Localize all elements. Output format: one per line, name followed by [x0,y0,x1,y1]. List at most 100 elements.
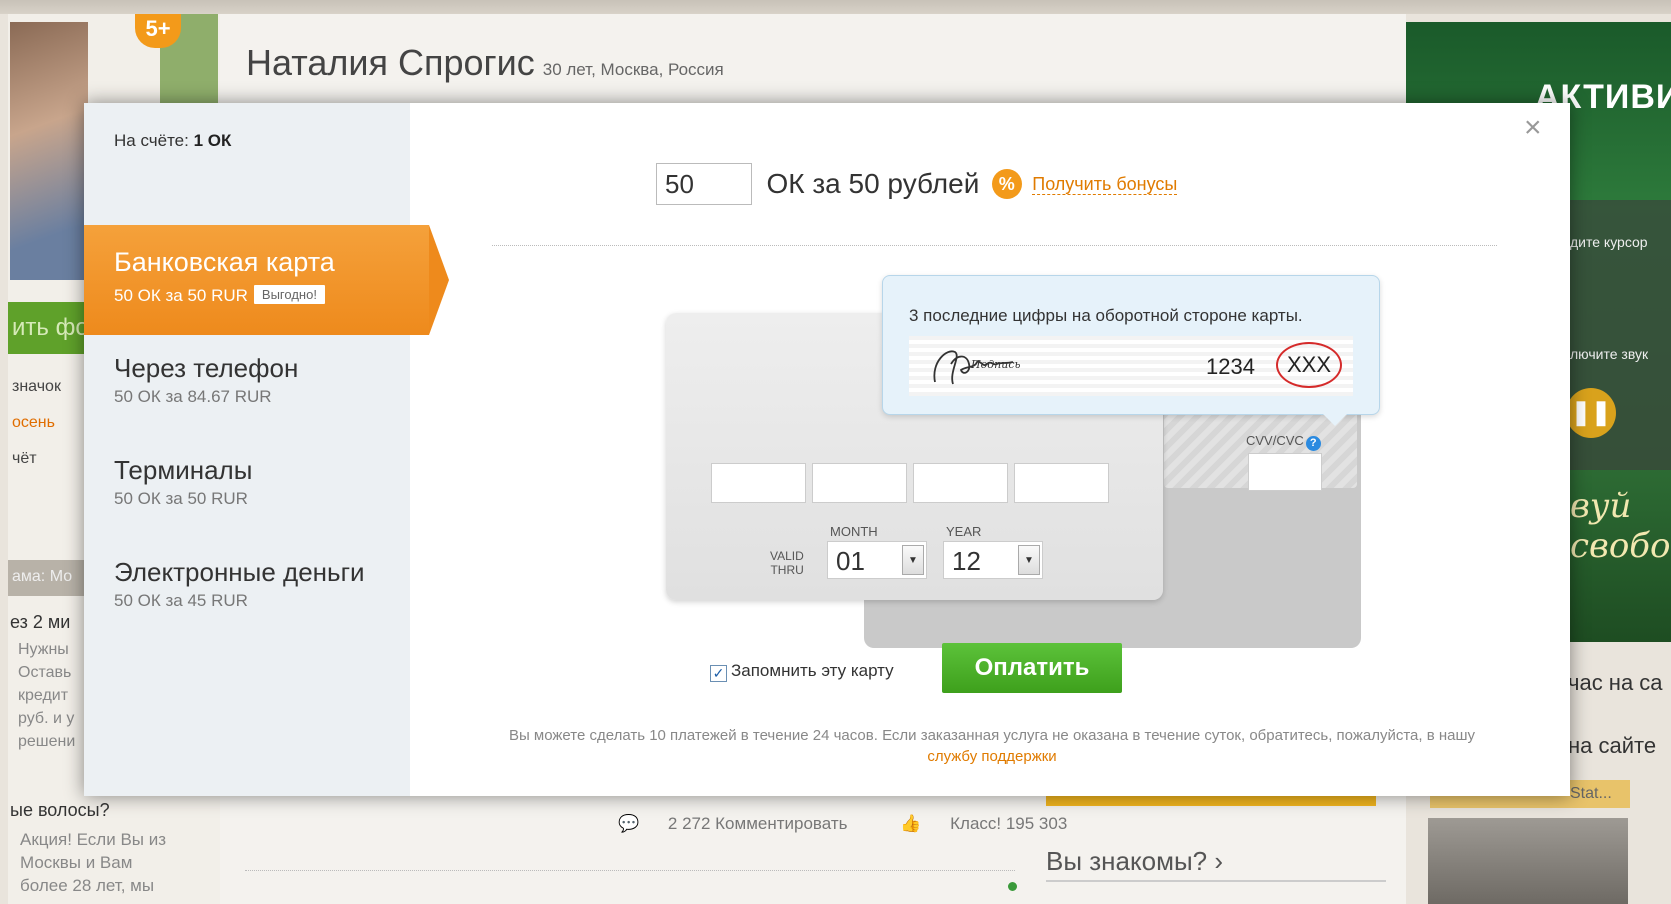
ad-script-line-1: вуй [1570,486,1632,526]
footer-note: Вы можете сделать 10 платежей в течение … [482,725,1502,767]
amount-label: ОК за 50 рублей [766,168,980,199]
cvv-tooltip: 3 последние цифры на оборотной стороне к… [882,275,1380,426]
amount-row: ОК за 50 рублей % Получить бонусы [656,163,1178,205]
left-link-1[interactable]: значок [12,378,61,396]
ad-script-line-2: свобод [1570,526,1671,566]
left-link-3[interactable]: чёт [12,450,37,468]
ad-hint-1: дите курсор [1570,234,1648,250]
method-phone[interactable]: Через телефон 50 ОК за 84.67 RUR [114,353,414,407]
profile-meta: 30 лет, Москва, Россия [542,60,724,79]
left-ad-line-3: кредит [18,687,69,704]
comments-link[interactable]: 💬 2 272 Комментировать [618,814,872,833]
right-text-2: на сайте [1568,733,1657,758]
method-bank-card[interactable]: Банковская карта 50 ОК за 50 RUR Выгодно! [84,225,449,335]
profile-avatar[interactable] [10,22,88,280]
left-ad-line-4: руб. и у [18,710,75,727]
get-bonus-link[interactable]: Получить бонусы [1032,173,1178,195]
profile-title: Наталия Спрогис 30 лет, Москва, Россия [246,42,724,84]
left-ad-heading[interactable]: ез 2 ми [10,612,88,633]
close-icon[interactable]: × [1524,113,1542,143]
signature-word: Подпись [970,358,1021,371]
year-label: YEAR [946,524,982,539]
left-bottom-line-2: Москвы и Вам [20,853,133,872]
thru-label: THRU [770,563,804,577]
comments-label: 2 272 Комментировать [667,814,848,833]
payment-methods-sidebar: На счёте: 1 ОК Банковская карта 50 ОК за… [84,103,449,796]
cvv-input[interactable] [1248,453,1322,491]
balance: На счёте: 1 ОК [114,131,231,151]
best-deal-badge: Выгодно! [253,285,325,304]
left-bottom-line-1: Акция! Если Вы из [20,830,167,849]
left-ad-line-1: Нужны [18,641,69,658]
bonus-icon: % [991,169,1022,199]
pay-button[interactable]: Оплатить [942,643,1122,693]
signature-strip: Подпись 1234 XXX [909,336,1353,396]
method-price: 50 ОК за 50 RUR [114,489,248,508]
ad-script-text: вуй свобод [1570,486,1671,566]
valid-thru-label: VALID THRU [770,549,804,577]
left-ad-line-2: Оставь [18,664,72,681]
footer-text: Вы можете сделать 10 платежей в течение … [508,727,1476,744]
chevron-down-icon[interactable]: ▼ [1018,545,1040,575]
likes-link[interactable]: 👍 Класс! 195 303 [900,814,1091,833]
method-price-text: 50 ОК за 50 RUR [114,286,248,305]
month-value: 01 [836,546,865,576]
method-title: Через телефон [114,353,299,383]
card-last-digits: 1234 [1206,354,1255,379]
left-ad-title: ама: Мо [8,560,86,596]
month-label: MONTH [830,524,878,539]
left-green-button[interactable]: ить фо [8,302,86,354]
method-price: 50 ОК за 45 RUR [114,591,248,610]
method-price: 50 ОК за 50 RUR Выгодно! [114,285,325,306]
left-ad-line-5: решени [18,733,76,750]
cvv-example: XXX [1276,342,1342,388]
left-ad-bottom: Акция! Если Вы из Москвы и Вам более 28 … [20,828,166,897]
cvv-label-text: CVV/CVC [1246,433,1304,448]
method-e-money[interactable]: Электронные деньги 50 ОК за 45 RUR [114,557,414,611]
method-price: 50 ОК за 84.67 RUR [114,387,272,406]
remember-card-label: Запомнить эту карту [731,661,894,680]
support-link[interactable]: службу поддержки [927,748,1056,765]
rating-badge: 5+ [135,14,181,48]
balance-value: 1 ОК [193,131,232,150]
profile-name: Наталия Спрогис [246,42,535,83]
likes-label: Класс! 195 303 [950,814,1068,833]
top-bar [0,0,1671,14]
help-icon[interactable]: ? [1305,436,1321,451]
ad-pause-icon[interactable]: ❚❚ [1566,388,1616,438]
method-title: Терминалы [114,455,253,485]
left-ad-question[interactable]: ые волосы? [10,800,210,821]
right-text-1: час на са [1568,670,1663,695]
year-select[interactable]: 12 ▼ [943,541,1043,579]
online-indicator [1008,882,1017,891]
chevron-down-icon[interactable]: ▼ [902,545,924,575]
comment-icon: 💬 [618,814,644,833]
divider [1046,880,1386,882]
ad-hint-2: лючите звук [1570,346,1649,362]
card-number-field-2[interactable] [812,463,907,503]
tooltip-text: 3 последние цифры на оборотной стороне к… [909,306,1303,325]
signature-icon: Подпись [933,350,1021,385]
divider [492,245,1497,246]
divider [245,870,1015,871]
month-select[interactable]: 01 ▼ [827,541,927,579]
method-terminals[interactable]: Терминалы 50 ОК за 50 RUR [114,455,414,509]
post-stats: 💬 2 272 Комментировать 👍 Класс! 195 303 [618,814,1115,834]
valid-label: VALID [770,549,804,563]
card-number-field-3[interactable] [913,463,1008,503]
card-number-field-4[interactable] [1014,463,1109,503]
left-bottom-line-3: более 28 лет, мы [20,876,155,895]
left-link-2[interactable]: осень [12,414,55,432]
method-title: Электронные деньги [114,557,365,587]
amount-input[interactable] [656,163,752,205]
checkbox-icon[interactable]: ✓ [710,665,727,682]
year-value: 12 [952,546,981,576]
payment-modal: На счёте: 1 ОК Банковская карта 50 ОК за… [84,103,1570,796]
balance-label: На счёте: [114,131,189,150]
like-icon: 👍 [900,814,927,833]
card-number-field-1[interactable] [711,463,806,503]
remember-card-checkbox[interactable]: ✓ Запомнить эту карту [710,661,894,682]
right-person-photo[interactable] [1428,818,1628,904]
cvv-label: CVV/CVC? [1246,433,1321,451]
you-know-heading[interactable]: Вы знакомы? › [1046,846,1223,877]
